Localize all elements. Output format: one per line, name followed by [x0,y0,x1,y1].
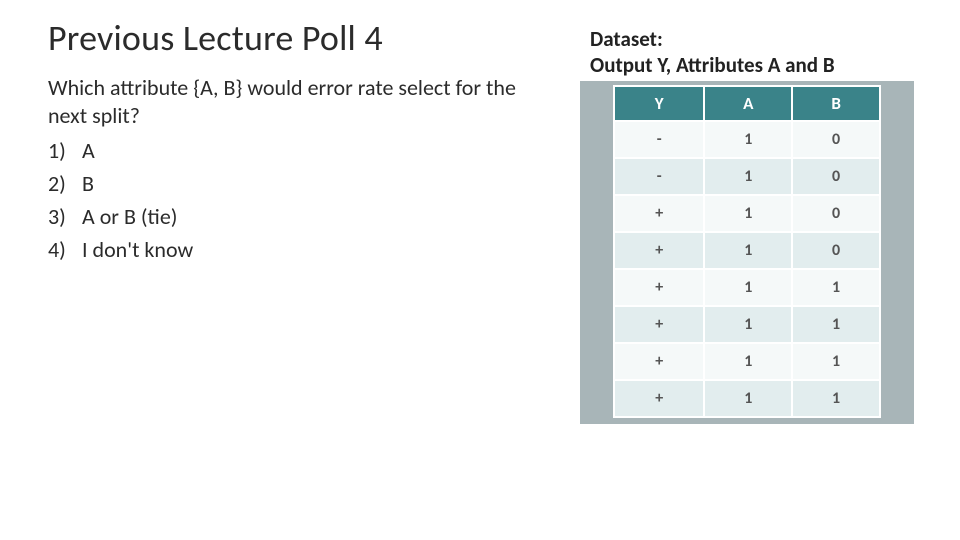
dataset-label-line2: Output Y, Attributes A and B [590,52,835,78]
cell-y: + [614,380,704,417]
dataset-table: Y A B - 1 0 - 1 0 + 1 0 + 1 [613,85,881,418]
table-row: + 1 0 [614,232,880,269]
left-column: Previous Lecture Poll 4 Which attribute … [48,16,548,266]
cell-y: + [614,195,704,232]
dataset-label-line1: Dataset: [590,26,663,52]
cell-y: + [614,343,704,380]
cell-b: 0 [792,158,880,195]
option-text: A or B (tie) [82,200,177,233]
cell-b: 0 [792,121,880,158]
option-number: 4) [48,233,82,266]
option-1: 1) A [48,134,548,167]
options-list: 1) A 2) B 3) A or B (tie) 4) I don't kno… [48,134,548,266]
col-header-y: Y [614,86,704,121]
cell-b: 1 [792,306,880,343]
cell-y: + [614,232,704,269]
cell-y: + [614,269,704,306]
cell-a: 1 [704,343,792,380]
dataset-label: Dataset: Output Y, Attributes A and B [580,22,914,81]
col-header-b: B [792,86,880,121]
option-text: I don't know [82,233,193,266]
poll-question: Which attribute {A, B} would error rate … [48,74,548,130]
table-row: + 1 0 [614,195,880,232]
cell-b: 1 [792,380,880,417]
cell-y: - [614,121,704,158]
option-number: 3) [48,200,82,233]
cell-a: 1 [704,121,792,158]
option-text: A [82,134,95,167]
cell-a: 1 [704,195,792,232]
col-header-a: A [704,86,792,121]
cell-b: 1 [792,343,880,380]
table-row: + 1 1 [614,380,880,417]
cell-y: + [614,306,704,343]
cell-b: 0 [792,232,880,269]
dataset-panel: Dataset: Output Y, Attributes A and B Y … [580,22,914,424]
table-row: + 1 1 [614,306,880,343]
table-row: - 1 0 [614,158,880,195]
cell-b: 0 [792,195,880,232]
page-title: Previous Lecture Poll 4 [48,16,548,60]
table-row: + 1 1 [614,343,880,380]
cell-a: 1 [704,269,792,306]
option-number: 1) [48,134,82,167]
option-3: 3) A or B (tie) [48,200,548,233]
table-body: - 1 0 - 1 0 + 1 0 + 1 0 + 1 1 [614,121,880,417]
table-row: - 1 0 [614,121,880,158]
table-header-row: Y A B [614,86,880,121]
cell-a: 1 [704,158,792,195]
table-row: + 1 1 [614,269,880,306]
option-number: 2) [48,167,82,200]
cell-a: 1 [704,380,792,417]
cell-b: 1 [792,269,880,306]
option-4: 4) I don't know [48,233,548,266]
cell-a: 1 [704,306,792,343]
cell-y: - [614,158,704,195]
cell-a: 1 [704,232,792,269]
option-2: 2) B [48,167,548,200]
option-text: B [82,167,94,200]
